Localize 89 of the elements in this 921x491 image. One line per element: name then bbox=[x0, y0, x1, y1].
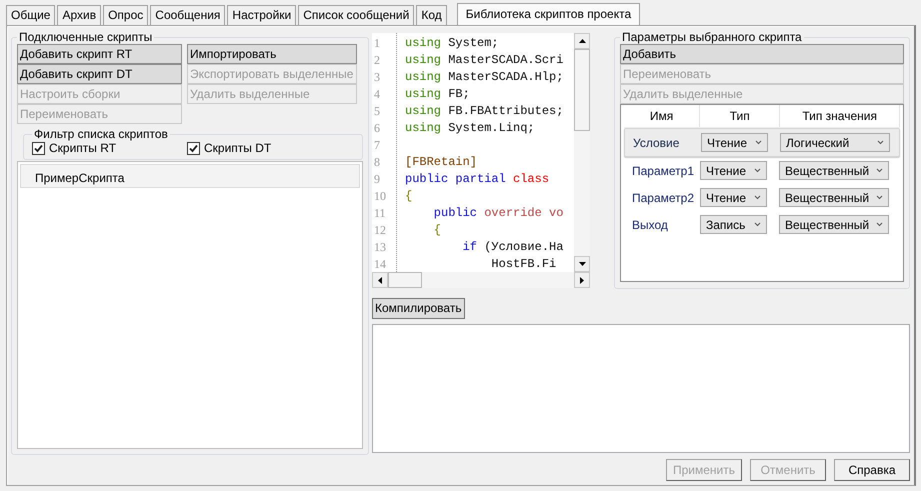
parameter-name: Параметр1 bbox=[631, 164, 696, 178]
line-number: 7 bbox=[373, 137, 381, 154]
chevron-down-icon bbox=[877, 140, 884, 145]
selected-row[interactable]: Условие Чтение Логический bbox=[624, 128, 900, 157]
line-number: 12 bbox=[373, 222, 387, 239]
left-arrow-icon[interactable] bbox=[378, 276, 382, 284]
code-text: System.Linq; bbox=[447, 121, 535, 135]
code-text: { bbox=[432, 223, 442, 237]
code-editor[interactable] bbox=[372, 33, 590, 288]
group-title: Параметры выбранного скрипта bbox=[621, 30, 803, 44]
horizontal-scrollbar[interactable] bbox=[372, 272, 590, 288]
tab[interactable]: Опрос bbox=[103, 5, 148, 25]
line-number: 6 bbox=[373, 120, 381, 137]
line-number: 4 bbox=[373, 86, 381, 103]
checkbox-label: Скрипты RT bbox=[49, 141, 116, 155]
code-text: override vo bbox=[483, 206, 564, 220]
chevron-down-icon bbox=[754, 195, 761, 200]
line-number: 2 bbox=[373, 52, 381, 69]
code-text: using bbox=[405, 104, 442, 118]
code-text: using bbox=[405, 87, 442, 101]
action-button[interactable]: Импортировать bbox=[187, 44, 357, 64]
dialog-button[interactable]: Справка bbox=[834, 459, 910, 481]
parameter-name: Параметр2 bbox=[631, 190, 696, 204]
action-button[interactable]: Добавить скрипт DT bbox=[17, 64, 182, 84]
code-text: public partial bbox=[405, 172, 506, 186]
checkbox[interactable] bbox=[32, 142, 45, 154]
tab[interactable]: Архив bbox=[57, 5, 102, 25]
tab[interactable]: Список сообщений bbox=[298, 5, 414, 25]
compile-button[interactable]: Компилировать bbox=[372, 298, 465, 318]
line-number: 9 bbox=[373, 171, 381, 188]
code-text: using bbox=[405, 70, 442, 84]
code-text: if bbox=[462, 240, 478, 254]
checkbox[interactable] bbox=[187, 142, 200, 154]
chevron-down-icon bbox=[755, 140, 762, 145]
code-text: using bbox=[405, 53, 442, 67]
code-text: { bbox=[405, 189, 412, 203]
code-text: MasterSCADA.Scri bbox=[447, 53, 564, 67]
code-text: FB; bbox=[447, 87, 470, 101]
right-arrow-icon[interactable] bbox=[580, 276, 584, 284]
value-type-dropdown[interactable]: Логический bbox=[780, 133, 890, 152]
value-type-dropdown[interactable]: Вещественный bbox=[779, 215, 889, 234]
line-number: 8 bbox=[373, 154, 381, 171]
code-text: class bbox=[512, 172, 550, 186]
tab[interactable]: Общие bbox=[6, 5, 56, 25]
code-text: MasterSCADA.Hlp; bbox=[447, 70, 564, 84]
value-type-dropdown[interactable]: Вещественный bbox=[779, 188, 889, 207]
type-dropdown[interactable]: Запись bbox=[700, 215, 767, 234]
code-text: System; bbox=[447, 36, 499, 50]
type-dropdown[interactable]: Чтение bbox=[700, 188, 767, 207]
chevron-down-icon bbox=[754, 222, 761, 227]
chevron-down-icon bbox=[876, 168, 883, 173]
code-text: [FBRetain] bbox=[405, 155, 478, 169]
chevron-down-icon bbox=[876, 195, 883, 200]
line-number: 11 bbox=[373, 205, 387, 222]
action-button[interactable]: Добавить скрипт RT bbox=[17, 44, 182, 64]
tab[interactable]: Сообщения bbox=[150, 5, 226, 25]
tab[interactable]: Библиотека скриптов проекта bbox=[456, 3, 640, 25]
column-header[interactable]: Тип значения bbox=[780, 105, 900, 127]
parameter-name: Условие bbox=[632, 136, 680, 150]
line-number: 13 bbox=[373, 239, 387, 256]
code-text: HostFB.Fi bbox=[490, 257, 556, 271]
down-arrow-icon[interactable] bbox=[578, 262, 586, 266]
checkbox-label: Скрипты DT bbox=[204, 141, 272, 155]
line-number: 10 bbox=[373, 188, 387, 205]
code-text: (Условие.На bbox=[483, 240, 564, 254]
list-item[interactable]: ПримерСкрипта bbox=[20, 164, 360, 188]
up-arrow-icon[interactable] bbox=[578, 39, 586, 43]
type-dropdown[interactable]: Чтение bbox=[700, 161, 767, 180]
tab[interactable]: Код bbox=[416, 5, 447, 25]
action-button[interactable]: Добавить bbox=[620, 44, 904, 64]
group-title: Подключенные скрипты bbox=[18, 30, 154, 44]
code-text: using bbox=[405, 121, 442, 135]
tab[interactable]: Настройки bbox=[227, 5, 296, 25]
line-number: 1 bbox=[373, 35, 381, 52]
code-text: public bbox=[432, 206, 478, 220]
column-header[interactable]: Имя bbox=[624, 105, 700, 127]
code-text: FB.FBAttributes; bbox=[447, 104, 564, 118]
code-text: using bbox=[405, 36, 442, 50]
line-number: 14 bbox=[373, 256, 387, 273]
line-number: 5 bbox=[373, 103, 381, 120]
chevron-down-icon bbox=[876, 222, 883, 227]
type-dropdown[interactable]: Чтение bbox=[701, 133, 768, 152]
vertical-scrollbar[interactable] bbox=[574, 33, 590, 272]
line-number: 3 bbox=[373, 69, 381, 86]
parameter-name: Выход bbox=[631, 218, 669, 232]
group-title: Фильтр списка скриптов bbox=[33, 127, 169, 141]
chevron-down-icon bbox=[754, 168, 761, 173]
column-header[interactable]: Тип bbox=[700, 105, 780, 127]
value-type-dropdown[interactable]: Вещественный bbox=[779, 161, 889, 180]
